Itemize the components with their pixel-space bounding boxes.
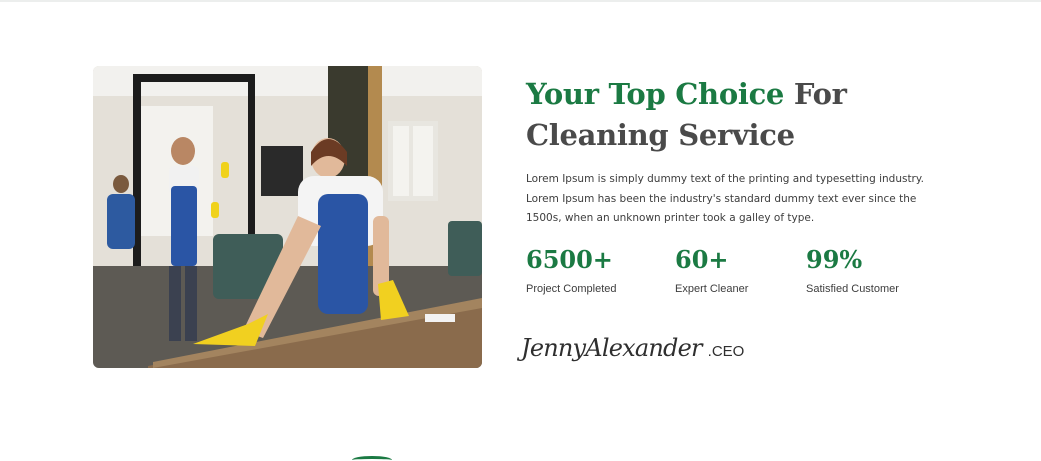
section-description: Lorem Ipsum is simply dummy text of the … (526, 173, 924, 224)
stat-projects: 6500+ Project Completed (526, 243, 617, 295)
stat-value: 60+ (675, 245, 729, 274)
stats-row: 6500+ Project Completed 60+ Expert Clean… (526, 243, 946, 303)
signature-role: .CEO (707, 342, 745, 360)
stat-label: Satisfied Customer (806, 283, 899, 295)
stat-label: Expert Cleaner (675, 283, 749, 295)
headline-rest-2: Cleaning Service (526, 118, 795, 152)
stat-label: Project Completed (526, 283, 617, 295)
headline-rest-1: For (793, 77, 847, 111)
next-section-decoration (352, 456, 392, 461)
ceo-signature: JennyAlexander .CEO (521, 328, 744, 368)
stat-cleaners: 60+ Expert Cleaner (675, 243, 748, 295)
section-headline: Your Top Choice For Cleaning Service (526, 74, 946, 156)
stat-satisfaction: 99% Satisfied Customer (806, 243, 899, 295)
stat-value: 99% (806, 245, 863, 274)
signature-name: JennyAlexander (521, 334, 702, 362)
about-content: Your Top Choice For Cleaning Service Lor… (526, 74, 946, 229)
top-divider (0, 0, 1041, 2)
stat-value: 6500+ (526, 245, 613, 274)
photo-illustration (93, 66, 482, 368)
cleaning-team-photo (93, 66, 482, 368)
headline-accent: Your Top Choice (526, 77, 785, 111)
